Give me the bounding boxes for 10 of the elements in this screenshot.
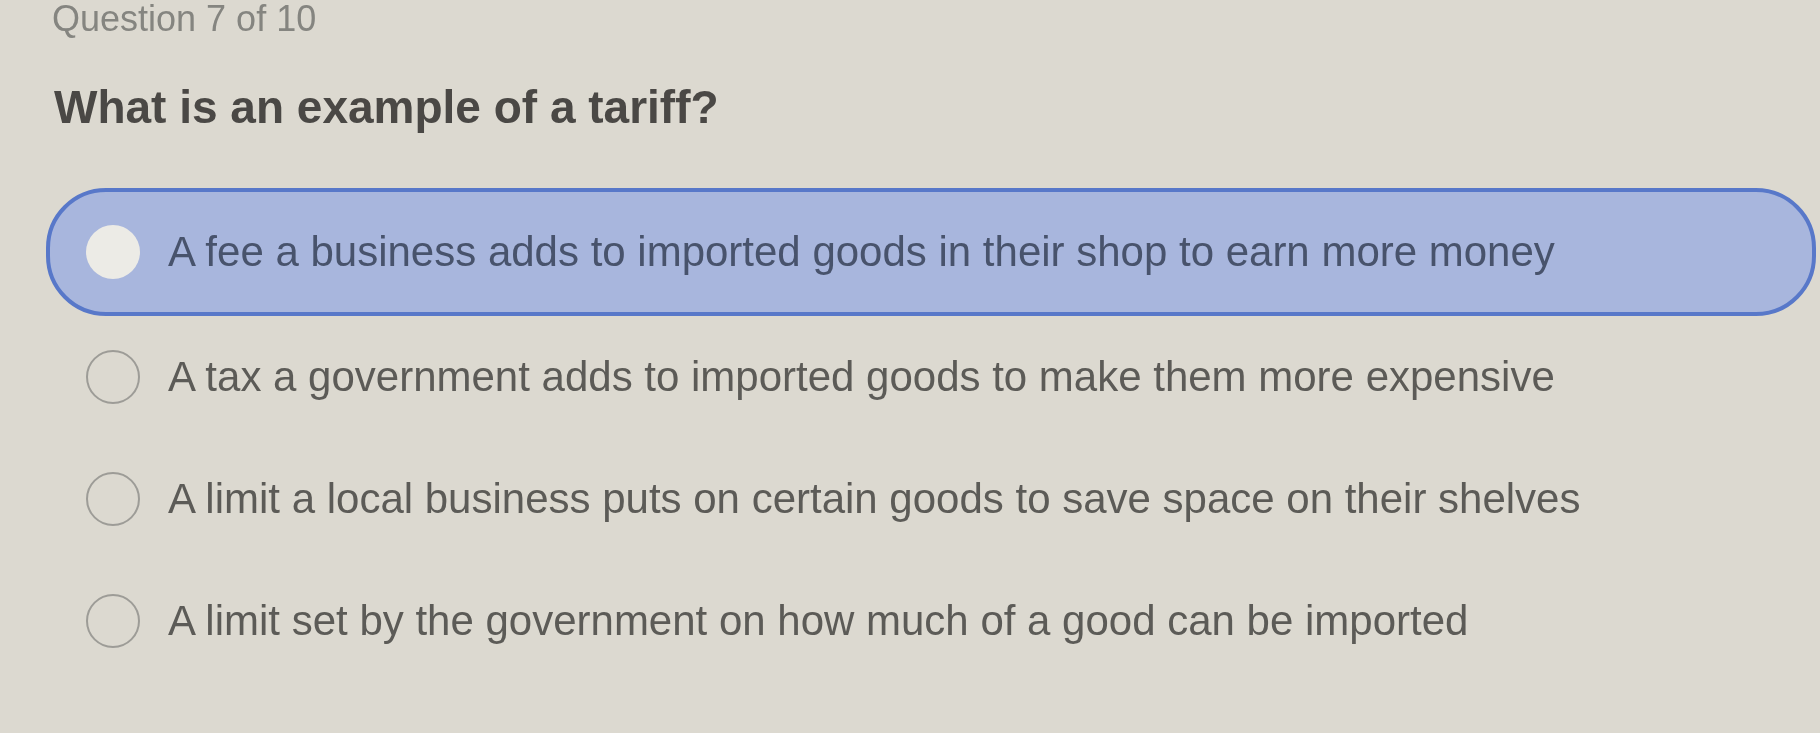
radio-button[interactable] (86, 350, 140, 404)
radio-button[interactable] (86, 225, 140, 279)
question-counter: Question 7 of 10 (52, 0, 317, 38)
answer-option[interactable]: A fee a business adds to imported goods in their shop to earn more money (46, 188, 1816, 316)
radio-button[interactable] (86, 472, 140, 526)
answer-option[interactable]: A tax a government adds to imported goods to make them more expensive (46, 316, 1816, 438)
question-text: What is an example of a tariff? (54, 80, 719, 134)
answer-option[interactable]: A limit set by the government on how much of a good can be imported (46, 560, 1816, 682)
answer-option[interactable]: A limit a local business puts on certain goods to save space on their shelves (46, 438, 1816, 560)
radio-button[interactable] (86, 594, 140, 648)
